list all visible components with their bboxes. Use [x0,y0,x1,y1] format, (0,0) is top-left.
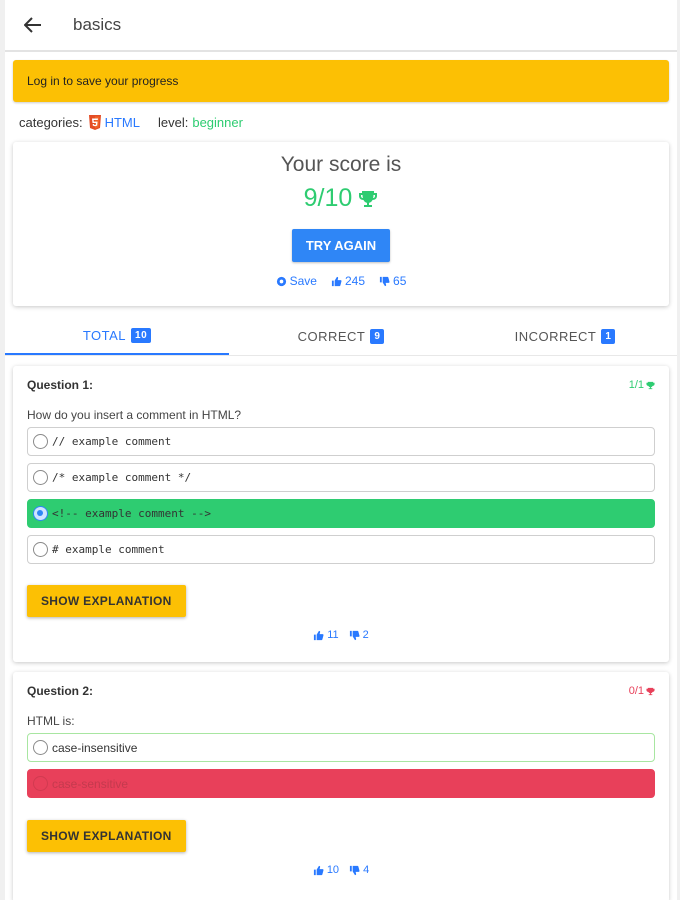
like-button[interactable]: 10 [313,864,339,876]
question-label: Question 2: [27,684,94,698]
quiz-results-page: basics Log in to save your progress cate… [5,0,677,900]
trophy-icon [646,687,655,695]
question-card: Question 2: 0/1 HTML is: case-insensitiv… [13,672,669,900]
radio-button[interactable] [33,470,48,485]
option-text: /* example comment */ [52,471,192,484]
score-value: 9/10 [13,184,669,213]
question-label: Question 1: [27,378,94,392]
category-link[interactable]: HTML [105,115,140,130]
tab-correct[interactable]: CORRECT 9 [229,318,453,355]
html5-icon [88,114,101,130]
radio-button[interactable] [33,542,48,557]
question-card: Question 1: 1/1 How do you insert a comm… [13,366,669,662]
answer-option-expected[interactable]: case-insensitive [27,733,655,762]
question-text: HTML is: [27,714,75,728]
save-button[interactable]: Save [276,274,317,288]
answer-option[interactable]: # example comment [27,535,655,564]
trophy-icon [646,381,655,389]
level-value: beginner [192,114,243,130]
page-title: basics [73,15,122,34]
option-text: <!-- example comment --> [52,507,211,520]
like-button[interactable]: 245 [331,274,365,288]
thumbs-down-icon [379,276,390,286]
question-votes: 10 4 [27,864,655,876]
show-explanation-button[interactable]: SHOW EXPLANATION [27,585,186,617]
app-header: basics [5,0,677,52]
quiz-meta: categories: HTML level: beginner [5,102,677,142]
level-label: level: [157,114,189,130]
answer-option[interactable]: /* example comment */ [27,463,655,492]
count-badge: 1 [601,329,616,344]
dislike-button[interactable]: 65 [379,274,406,288]
dislike-count: 4 [363,864,370,876]
like-count: 10 [326,864,340,876]
like-count: 11 [327,629,339,641]
option-text: case-insensitive [52,740,138,755]
tab-total[interactable]: TOTAL 10 [5,318,229,355]
thumbs-up-icon [314,630,324,640]
option-text: # example comment [52,543,165,556]
thumbs-down-icon [349,865,360,875]
option-text: case-sensitive [52,776,129,791]
back-arrow-icon[interactable] [19,11,47,39]
tab-label: INCORRECT [514,329,597,344]
option-text: // example comment [52,435,172,448]
tab-label: TOTAL [82,328,127,343]
score-value-text: 9/10 [303,184,353,212]
question-score-text: 1/1 [628,379,644,391]
dislike-count: 65 [393,274,407,288]
radio-button[interactable] [33,776,48,791]
question-votes: 11 2 [27,629,655,641]
categories-label: categories: [19,114,83,130]
thumbs-up-icon [313,865,324,875]
count-badge: 9 [370,329,385,344]
like-button[interactable]: 11 [313,629,339,641]
like-count: 245 [344,274,366,288]
score-title: Your score is [280,153,402,176]
question-score-text: 0/1 [628,685,644,697]
thumbs-up-icon [331,276,342,286]
answer-option-correct[interactable]: <!-- example comment --> [27,499,655,528]
count-badge: 10 [131,328,152,343]
try-again-button[interactable]: TRY AGAIN [291,229,391,262]
score-actions: Save 245 65 [13,274,669,288]
answer-option[interactable]: // example comment [27,427,655,456]
gear-icon [276,276,286,286]
score-card: Your score is 9/10 TRY AGAIN Save 245 65 [13,142,669,306]
question-header: Question 1: 1/1 [27,378,655,392]
radio-button[interactable] [33,506,48,521]
question-score: 0/1 [629,685,655,697]
question-header: Question 2: 0/1 [27,684,655,698]
tab-label: CORRECT [297,329,366,344]
login-banner[interactable]: Log in to save your progress [13,60,669,102]
question-text: How do you insert a comment in HTML? [27,408,242,422]
radio-button[interactable] [33,434,48,449]
show-explanation-button[interactable]: SHOW EXPLANATION [27,820,186,852]
question-score: 1/1 [629,379,655,391]
dislike-count: 2 [362,629,369,641]
results-tabs: TOTAL 10 CORRECT 9 INCORRECT 1 [5,318,677,356]
tab-incorrect[interactable]: INCORRECT 1 [453,318,677,355]
dislike-button[interactable]: 4 [349,864,369,876]
radio-button[interactable] [33,740,48,755]
dislike-button[interactable]: 2 [349,629,369,641]
answer-option-wrong[interactable]: case-sensitive [27,769,655,798]
trophy-icon [358,189,378,209]
thumbs-down-icon [349,630,360,640]
save-label: Save [289,274,317,288]
